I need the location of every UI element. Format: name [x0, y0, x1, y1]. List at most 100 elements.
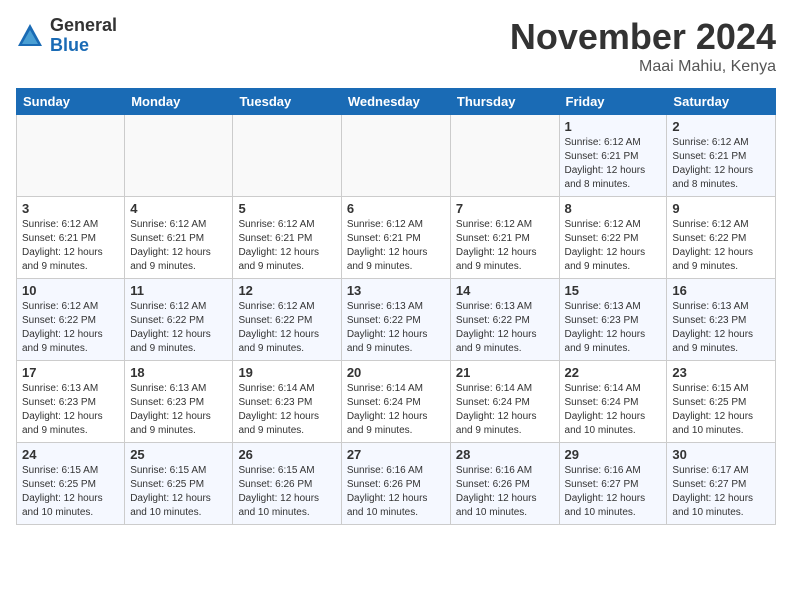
- calendar-cell: 10 Sunrise: 6:12 AM Sunset: 6:22 PM Dayli…: [17, 279, 125, 361]
- calendar-cell: 27 Sunrise: 6:16 AM Sunset: 6:26 PM Dayli…: [341, 443, 450, 525]
- day-number: 20: [347, 365, 445, 380]
- day-number: 18: [130, 365, 227, 380]
- col-header-thursday: Thursday: [450, 89, 559, 115]
- day-number: 5: [238, 201, 335, 216]
- calendar-cell: 20 Sunrise: 6:14 AM Sunset: 6:24 PM Dayli…: [341, 361, 450, 443]
- calendar-cell: [450, 115, 559, 197]
- day-info: Sunrise: 6:17 AM Sunset: 6:27 PM Dayligh…: [672, 464, 770, 520]
- calendar-week-row: 24Sunrise: 6:15 AM Sunset: 6:25 PM Dayli…: [17, 443, 776, 525]
- day-number: 10: [22, 283, 119, 298]
- calendar-week-row: 3 Sunrise: 6:12 AM Sunset: 6:21 PM Daylig…: [17, 197, 776, 279]
- day-number: 2: [672, 119, 770, 134]
- day-info: Sunrise: 6:14 AM Sunset: 6:23 PM Dayligh…: [238, 382, 335, 438]
- day-number: 11: [130, 283, 227, 298]
- calendar-cell: 5 Sunrise: 6:12 AM Sunset: 6:21 PM Daylig…: [233, 197, 341, 279]
- col-header-sunday: Sunday: [17, 89, 125, 115]
- day-info: Sunrise: 6:12 AM Sunset: 6:21 PM Dayligh…: [672, 136, 770, 192]
- day-number: 7: [456, 201, 554, 216]
- calendar-cell: 6Sunrise: 6:12 AM Sunset: 6:21 PM Daylig…: [341, 197, 450, 279]
- day-info: Sunrise: 6:12 AM Sunset: 6:21 PM Dayligh…: [22, 218, 119, 274]
- day-info: Sunrise: 6:12 AM Sunset: 6:22 PM Dayligh…: [22, 300, 119, 356]
- calendar-cell: 19 Sunrise: 6:14 AM Sunset: 6:23 PM Dayli…: [233, 361, 341, 443]
- logo-icon: [16, 22, 44, 50]
- calendar-cell: 17Sunrise: 6:13 AM Sunset: 6:23 PM Dayli…: [17, 361, 125, 443]
- calendar-cell: 28 Sunrise: 6:16 AM Sunset: 6:26 PM Dayli…: [450, 443, 559, 525]
- day-info: Sunrise: 6:14 AM Sunset: 6:24 PM Dayligh…: [347, 382, 445, 438]
- logo: General Blue: [16, 16, 117, 56]
- calendar-week-row: 10 Sunrise: 6:12 AM Sunset: 6:22 PM Dayli…: [17, 279, 776, 361]
- day-info: Sunrise: 6:16 AM Sunset: 6:26 PM Dayligh…: [456, 464, 554, 520]
- location-title: Maai Mahiu, Kenya: [510, 58, 776, 76]
- day-number: 19: [238, 365, 335, 380]
- day-info: Sunrise: 6:14 AM Sunset: 6:24 PM Dayligh…: [565, 382, 662, 438]
- col-header-wednesday: Wednesday: [341, 89, 450, 115]
- calendar-cell: 24Sunrise: 6:15 AM Sunset: 6:25 PM Dayli…: [17, 443, 125, 525]
- day-info: Sunrise: 6:15 AM Sunset: 6:26 PM Dayligh…: [238, 464, 335, 520]
- calendar-cell: 2 Sunrise: 6:12 AM Sunset: 6:21 PM Daylig…: [667, 115, 776, 197]
- day-info: Sunrise: 6:13 AM Sunset: 6:23 PM Dayligh…: [565, 300, 662, 356]
- day-info: Sunrise: 6:13 AM Sunset: 6:23 PM Dayligh…: [672, 300, 770, 356]
- calendar-cell: [233, 115, 341, 197]
- calendar-cell: 29Sunrise: 6:16 AM Sunset: 6:27 PM Dayli…: [559, 443, 667, 525]
- day-number: 12: [238, 283, 335, 298]
- calendar-cell: 15Sunrise: 6:13 AM Sunset: 6:23 PM Dayli…: [559, 279, 667, 361]
- calendar-cell: 26 Sunrise: 6:15 AM Sunset: 6:26 PM Dayli…: [233, 443, 341, 525]
- col-header-saturday: Saturday: [667, 89, 776, 115]
- day-info: Sunrise: 6:12 AM Sunset: 6:21 PM Dayligh…: [565, 136, 662, 192]
- day-info: Sunrise: 6:13 AM Sunset: 6:22 PM Dayligh…: [347, 300, 445, 356]
- calendar-cell: 14Sunrise: 6:13 AM Sunset: 6:22 PM Dayli…: [450, 279, 559, 361]
- day-number: 4: [130, 201, 227, 216]
- day-info: Sunrise: 6:15 AM Sunset: 6:25 PM Dayligh…: [22, 464, 119, 520]
- calendar-cell: 30 Sunrise: 6:17 AM Sunset: 6:27 PM Dayli…: [667, 443, 776, 525]
- day-number: 23: [672, 365, 770, 380]
- calendar-cell: 1 Sunrise: 6:12 AM Sunset: 6:21 PM Daylig…: [559, 115, 667, 197]
- logo-general: General: [50, 16, 117, 36]
- day-number: 16: [672, 283, 770, 298]
- day-info: Sunrise: 6:15 AM Sunset: 6:25 PM Dayligh…: [130, 464, 227, 520]
- calendar-table: SundayMondayTuesdayWednesdayThursdayFrid…: [16, 88, 776, 525]
- day-number: 30: [672, 447, 770, 462]
- day-info: Sunrise: 6:16 AM Sunset: 6:27 PM Dayligh…: [565, 464, 662, 520]
- calendar-cell: 16 Sunrise: 6:13 AM Sunset: 6:23 PM Dayli…: [667, 279, 776, 361]
- calendar-cell: 13 Sunrise: 6:13 AM Sunset: 6:22 PM Dayli…: [341, 279, 450, 361]
- calendar-cell: [125, 115, 233, 197]
- calendar-cell: 4 Sunrise: 6:12 AM Sunset: 6:21 PM Daylig…: [125, 197, 233, 279]
- day-number: 8: [565, 201, 662, 216]
- day-number: 9: [672, 201, 770, 216]
- day-number: 14: [456, 283, 554, 298]
- day-info: Sunrise: 6:13 AM Sunset: 6:23 PM Dayligh…: [22, 382, 119, 438]
- day-number: 6: [347, 201, 445, 216]
- page-header: General Blue November 2024 Maai Mahiu, K…: [16, 16, 776, 76]
- day-number: 3: [22, 201, 119, 216]
- day-info: Sunrise: 6:15 AM Sunset: 6:25 PM Dayligh…: [672, 382, 770, 438]
- day-info: Sunrise: 6:12 AM Sunset: 6:21 PM Dayligh…: [238, 218, 335, 274]
- calendar-cell: 25Sunrise: 6:15 AM Sunset: 6:25 PM Dayli…: [125, 443, 233, 525]
- day-info: Sunrise: 6:12 AM Sunset: 6:21 PM Dayligh…: [130, 218, 227, 274]
- calendar-cell: 9 Sunrise: 6:12 AM Sunset: 6:22 PM Daylig…: [667, 197, 776, 279]
- day-number: 27: [347, 447, 445, 462]
- calendar-week-row: 1 Sunrise: 6:12 AM Sunset: 6:21 PM Daylig…: [17, 115, 776, 197]
- calendar-cell: 18Sunrise: 6:13 AM Sunset: 6:23 PM Dayli…: [125, 361, 233, 443]
- day-info: Sunrise: 6:14 AM Sunset: 6:24 PM Dayligh…: [456, 382, 554, 438]
- col-header-tuesday: Tuesday: [233, 89, 341, 115]
- calendar-cell: 3 Sunrise: 6:12 AM Sunset: 6:21 PM Daylig…: [17, 197, 125, 279]
- calendar-cell: [17, 115, 125, 197]
- day-info: Sunrise: 6:12 AM Sunset: 6:22 PM Dayligh…: [565, 218, 662, 274]
- day-number: 13: [347, 283, 445, 298]
- day-number: 28: [456, 447, 554, 462]
- calendar-cell: [341, 115, 450, 197]
- day-number: 22: [565, 365, 662, 380]
- day-info: Sunrise: 6:12 AM Sunset: 6:22 PM Dayligh…: [672, 218, 770, 274]
- calendar-header-row: SundayMondayTuesdayWednesdayThursdayFrid…: [17, 89, 776, 115]
- day-number: 21: [456, 365, 554, 380]
- day-number: 26: [238, 447, 335, 462]
- logo-blue: Blue: [50, 36, 117, 56]
- calendar-cell: 23 Sunrise: 6:15 AM Sunset: 6:25 PM Dayli…: [667, 361, 776, 443]
- calendar-week-row: 17Sunrise: 6:13 AM Sunset: 6:23 PM Dayli…: [17, 361, 776, 443]
- col-header-friday: Friday: [559, 89, 667, 115]
- day-info: Sunrise: 6:16 AM Sunset: 6:26 PM Dayligh…: [347, 464, 445, 520]
- calendar-cell: 11Sunrise: 6:12 AM Sunset: 6:22 PM Dayli…: [125, 279, 233, 361]
- day-number: 1: [565, 119, 662, 134]
- calendar-cell: 8 Sunrise: 6:12 AM Sunset: 6:22 PM Daylig…: [559, 197, 667, 279]
- calendar-cell: 21 Sunrise: 6:14 AM Sunset: 6:24 PM Dayli…: [450, 361, 559, 443]
